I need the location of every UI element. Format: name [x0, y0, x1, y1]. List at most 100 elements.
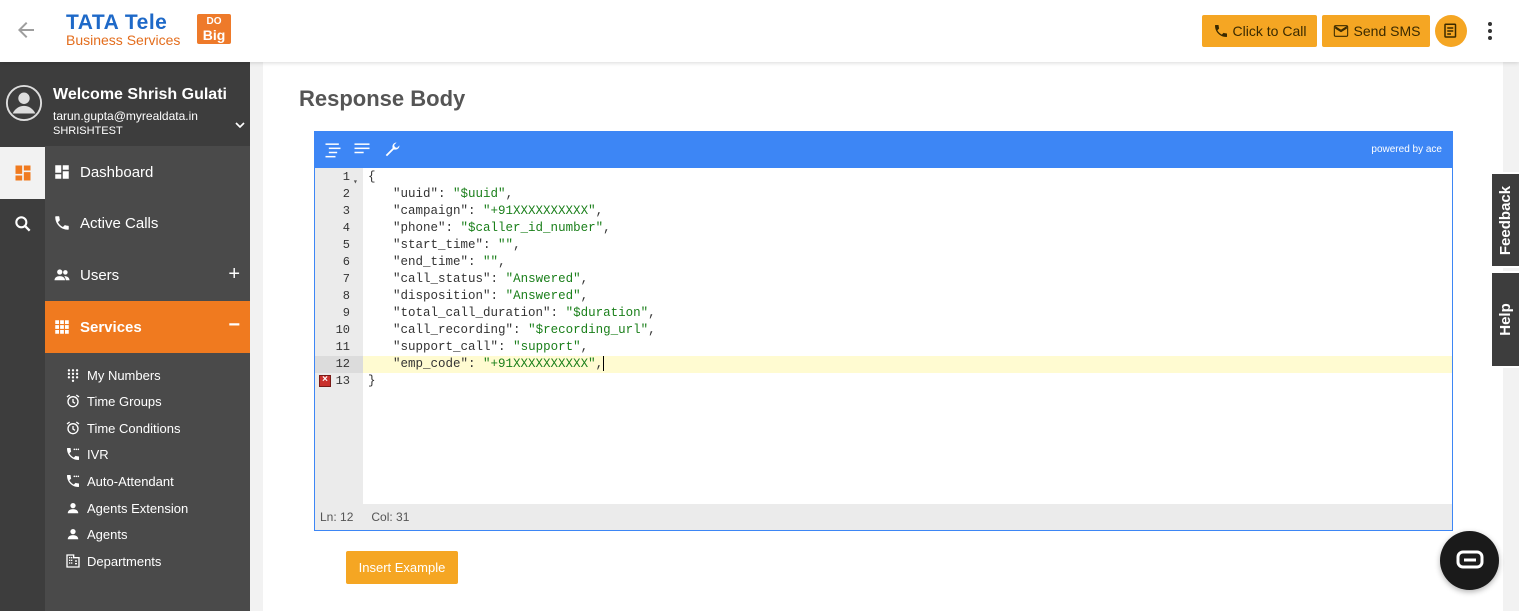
logo-subtitle: Business Services	[66, 32, 181, 48]
json-value: "$duration"	[565, 306, 649, 320]
org-name: SHRISHTEST	[53, 125, 123, 137]
status-line: Ln: 12	[320, 510, 354, 524]
code-line[interactable]: "emp_code": "+91XXXXXXXXXX",	[363, 356, 1452, 373]
code-line[interactable]: "total_call_duration": "$duration",	[363, 305, 1452, 322]
insert-example-button[interactable]: Insert Example	[346, 551, 458, 584]
profile-panel[interactable]: Welcome Shrish Gulati tarun.gupta@myreal…	[0, 62, 250, 146]
compact-icon[interactable]	[352, 140, 372, 160]
json-value: "Answered"	[505, 272, 581, 286]
expand-plus-icon[interactable]: +	[228, 264, 240, 284]
line-number: 10	[315, 322, 363, 339]
line-number: 11	[315, 339, 363, 356]
code-line[interactable]: "campaign": "+91XXXXXXXXXX",	[363, 203, 1452, 220]
code-line[interactable]: "uuid": "$uuid",	[363, 186, 1452, 203]
line-number-text: 8	[342, 289, 350, 303]
sub-item-agents-extension[interactable]: Agents Extension	[65, 495, 188, 521]
sub-item-departments[interactable]: Departments	[65, 548, 161, 574]
code-line[interactable]: "end_time": "",	[363, 254, 1452, 271]
sub-item-agents[interactable]: Agents	[65, 521, 127, 547]
json-key: "call_status"	[393, 272, 491, 286]
sub-item-label: IVR	[87, 446, 109, 462]
code-line[interactable]: "start_time": "",	[363, 237, 1452, 254]
logo-badge-top: DO	[206, 16, 222, 27]
editor-status-bar: Ln: 12 Col: 31	[315, 504, 1452, 530]
collapse-minus-icon[interactable]: −	[228, 315, 240, 335]
sub-item-my-numbers[interactable]: My Numbers	[65, 362, 161, 388]
chat-button[interactable]	[1440, 531, 1499, 590]
dashboard-icon	[55, 165, 69, 179]
error-icon[interactable]: ×	[319, 375, 331, 387]
line-number-text: 10	[335, 323, 350, 337]
more-menu-icon[interactable]	[1480, 20, 1500, 42]
powered-by-label: powered by ace	[1371, 144, 1442, 155]
nav-dashboard[interactable]: Dashboard	[45, 147, 250, 197]
click-to-call-label: Click to Call	[1232, 23, 1307, 39]
editor-code-area[interactable]: { "uuid": "$uuid", "campaign": "+91XXXXX…	[363, 168, 1452, 505]
code-editor[interactable]: powered by ace 1 ▾ 2 3 4 5 6 7 8 9 10 11 12 13 × { "uu…	[314, 131, 1453, 531]
sub-item-time-groups[interactable]: Time Groups	[65, 388, 162, 414]
code-line[interactable]: "support_call": "support",	[363, 339, 1452, 356]
json-key: "total_call_duration"	[393, 306, 551, 320]
code-line[interactable]: "call_recording": "$recording_url",	[363, 322, 1452, 339]
sub-item-time-conditions[interactable]: Time Conditions	[65, 415, 180, 441]
line-number-text: 13	[335, 374, 350, 388]
code-line[interactable]: "call_status": "Answered",	[363, 271, 1452, 288]
help-tab[interactable]: Help	[1490, 271, 1519, 368]
json-value: ""	[498, 238, 514, 252]
sidebar: Welcome Shrish Gulati tarun.gupta@myreal…	[0, 62, 250, 611]
avatar-icon	[5, 84, 43, 122]
sub-item-label: Time Conditions	[87, 420, 181, 436]
nav-users[interactable]: Users +	[45, 250, 250, 300]
top-bar: TATA Tele Business Services DO Big Click…	[0, 0, 1519, 62]
code-line[interactable]: "disposition": "Answered",	[363, 288, 1452, 305]
json-key: "phone"	[393, 221, 446, 235]
nav-active-calls[interactable]: Active Calls	[45, 198, 250, 248]
alarm-icon	[66, 421, 80, 435]
nav-services-label: Services	[80, 318, 142, 336]
line-number: 12	[315, 356, 363, 373]
chevron-down-icon[interactable]	[232, 117, 248, 133]
sub-item-label: Auto-Attendant	[87, 473, 174, 489]
line-number-text: 5	[342, 238, 350, 252]
nav-active-calls-label: Active Calls	[80, 214, 159, 232]
sub-item-label: Agents Extension	[87, 500, 189, 516]
person-icon	[67, 529, 79, 540]
wrench-icon[interactable]	[382, 140, 402, 160]
code-line[interactable]: "phone": "$caller_id_number",	[363, 220, 1452, 237]
code-line[interactable]: }	[363, 373, 1452, 390]
json-value: "$caller_id_number"	[460, 221, 604, 235]
code-brace: }	[368, 374, 376, 388]
sub-item-auto-attendant[interactable]: Auto-Attendant	[65, 468, 174, 494]
sub-item-label: Time Groups	[87, 393, 162, 409]
sub-item-label: My Numbers	[87, 367, 161, 383]
editor-gutter: 1 ▾ 2 3 4 5 6 7 8 9 10 11 12 13 ×	[315, 168, 363, 505]
nav-users-label: Users	[80, 266, 120, 284]
nav-services[interactable]: Services −	[45, 301, 250, 353]
format-icon[interactable]	[323, 140, 343, 160]
code-line[interactable]: {	[363, 169, 1452, 186]
back-arrow-icon[interactable]	[14, 18, 38, 42]
line-number: 1 ▾	[315, 169, 363, 187]
json-value: "$recording_url"	[528, 323, 649, 337]
rail-search-button[interactable]	[0, 198, 45, 250]
sub-item-ivr[interactable]: IVR	[65, 441, 109, 467]
line-number: 13 ×	[315, 373, 363, 390]
json-value: "$uuid"	[453, 187, 506, 201]
notes-button[interactable]	[1435, 15, 1467, 47]
json-key: "campaign"	[393, 204, 469, 218]
click-to-call-button[interactable]: Click to Call	[1202, 15, 1317, 47]
grid-icon	[55, 320, 69, 334]
rail-dashboard-button[interactable]	[0, 147, 45, 199]
json-key: "emp_code"	[393, 357, 469, 371]
phone-icon	[1214, 25, 1227, 37]
json-value: ""	[483, 255, 499, 269]
phone-icon	[55, 216, 69, 230]
phone-forward-icon	[67, 475, 80, 487]
feedback-tab[interactable]: Feedback	[1490, 172, 1519, 268]
send-sms-button[interactable]: Send SMS	[1322, 15, 1430, 47]
alarm-icon	[66, 394, 80, 408]
logo-badge-bottom: Big	[202, 27, 226, 43]
chat-icon	[1456, 550, 1483, 568]
users-icon	[54, 269, 70, 281]
json-key: "start_time"	[393, 238, 484, 252]
